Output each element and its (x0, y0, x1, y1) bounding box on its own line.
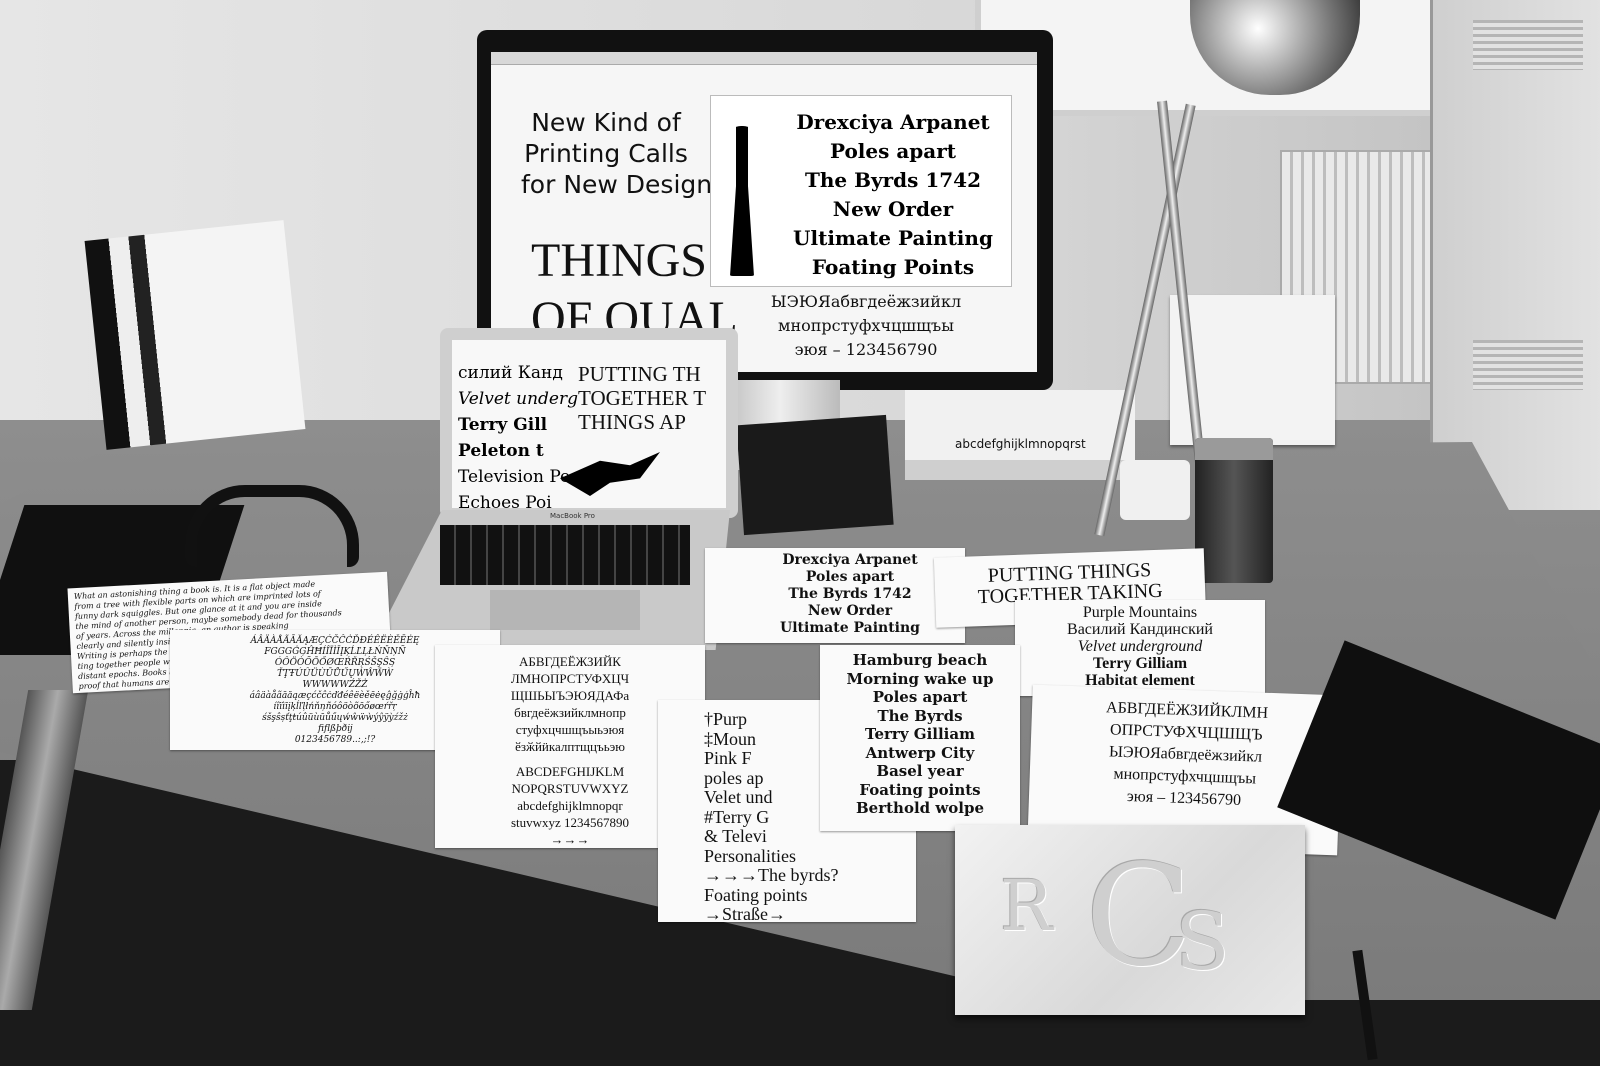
monitor-screen: New Kind of Printing Calls for New Desig… (491, 52, 1037, 372)
specimen-line: Foating Points (811, 255, 975, 279)
purple-sheet: Purple Mountains Василий Кандинский Velv… (1015, 600, 1265, 696)
specimen-bold-list: Drexciya Arpanet Poles apart The Byrds 1… (773, 108, 1013, 282)
specimen-sheet-line: Poles apart (805, 569, 895, 585)
laptop-line: THINGS AP (578, 410, 686, 434)
monitor-heading: New Kind of Printing Calls for New Desig… (521, 107, 713, 200)
hamburg-line: The Byrds (877, 706, 963, 725)
purple-line: Василий Кандинский (1067, 621, 1213, 638)
hamburg-line: Terry Gilliam (865, 725, 975, 743)
laptop-line: PUTTING TH (578, 362, 701, 386)
font-specimen-window: Drexciya Arpanet Poles apart The Byrds 1… (711, 96, 1011, 286)
specimen-line: Ultimate Painting (793, 226, 993, 250)
laptop-line: Velvet underg (458, 389, 578, 409)
dark-book (736, 414, 894, 536)
specimen-line: New Order (832, 197, 954, 221)
marble-letter-tile: R C S (955, 825, 1305, 1015)
cyrillic-line: ЫЭЮЯабвгдеёжзийкл (770, 292, 962, 311)
headphones (185, 485, 359, 567)
heading-line: New Kind of (531, 108, 681, 137)
list-line: →Straße→ (704, 904, 786, 922)
hamburg-line: Morning wake up (846, 669, 994, 688)
specimen-sheet-line: Drexciya Arpanet (782, 552, 918, 568)
laptop-line: силий Канд (458, 363, 563, 383)
purple-line: Terry Gilliam (1092, 655, 1188, 672)
big-line: THINGS (531, 234, 707, 287)
book-spine-text: abcdefghijklmnopqrst (955, 437, 1086, 451)
book-stack (84, 220, 306, 450)
purple-line: Velvet underground (1077, 638, 1203, 655)
laptop-screen: силий Канд Velvet underg Terry Gill Pele… (452, 340, 726, 508)
laptop-line: Peleton t (458, 441, 544, 461)
laptop-line: Television Pe (458, 467, 571, 487)
cyrillic-line: мнопрстуфхчцшщъы (778, 316, 954, 335)
specimen-sheet-line: New Order (807, 603, 893, 619)
specimen-line: Drexciya Arpanet (796, 110, 990, 134)
heading-line: for New Design (521, 170, 713, 199)
laptop-left-text: силий Канд Velvet underg Terry Gill Pele… (458, 360, 578, 508)
hamburg-line: Antwerp City (865, 743, 975, 762)
carved-letter: R (1000, 865, 1053, 947)
laptop-line: Echoes Poi (458, 493, 552, 508)
locker-vent (1473, 340, 1583, 390)
hamburg-line: Poles apart (872, 688, 968, 706)
hamburg-line: Berthold wolpe (855, 799, 985, 817)
list-line: Personalities (704, 845, 796, 866)
carved-letter: S (1175, 895, 1230, 988)
cyrillic-specimen: ЫЭЮЯабвгдеёжзийкл мнопрстуфхчцшщъы эюя –… (721, 290, 1011, 362)
trackpad (490, 590, 640, 630)
app-toolbar (491, 52, 1037, 65)
metal-locker (1430, 0, 1600, 510)
specimen-sheet-line: Ultimate Painting (780, 620, 920, 636)
hamburg-line: Basel year (876, 762, 964, 780)
hamburg-line: Foating points (859, 780, 981, 799)
power-adapter (1120, 460, 1190, 520)
hamburg-sheet: Hamburg beach Morning wake up Poles apar… (820, 645, 1020, 831)
purple-line: Purple Mountains (1082, 604, 1198, 621)
cyrillic-line: эюя – 123456790 (794, 340, 938, 359)
desk-scene: abcdefghijklmnopqrst New Kind of Printin… (0, 0, 1600, 1066)
laptop-label: MacBook Pro (550, 512, 595, 520)
laptop-right-text: PUTTING TH TOGETHER T THINGS AP (578, 362, 726, 434)
alphabet-line: ЛМНОПРСТУФХЦЧ (510, 671, 630, 686)
specimen-sheet: Drexciya Arpanet Poles apart The Byrds 1… (705, 548, 965, 643)
statue-illustration (730, 126, 754, 276)
laptop-line: Terry Gill (458, 415, 548, 435)
tea-tin-lid (1195, 438, 1273, 460)
heading-line: Printing Calls (524, 139, 688, 168)
laptop-line: TOGETHER T (578, 386, 707, 410)
specimen-line: Poles apart (829, 139, 957, 163)
locker-vent (1473, 20, 1583, 70)
specimen-line: The Byrds 1742 (804, 168, 982, 192)
hamburg-line: Hamburg beach (852, 651, 988, 669)
large-book (905, 390, 1135, 480)
list-line: →→→The byrds? (704, 865, 839, 885)
keyboard (440, 525, 690, 585)
specimen-sheet-line: The Byrds 1742 (788, 586, 912, 602)
alphabet-line: АБВГДЕЁЖЗИЙК (519, 654, 621, 669)
list-line: Foating points (704, 884, 808, 905)
laptop: силий Канд Velvet underg Terry Gill Pele… (440, 328, 738, 518)
